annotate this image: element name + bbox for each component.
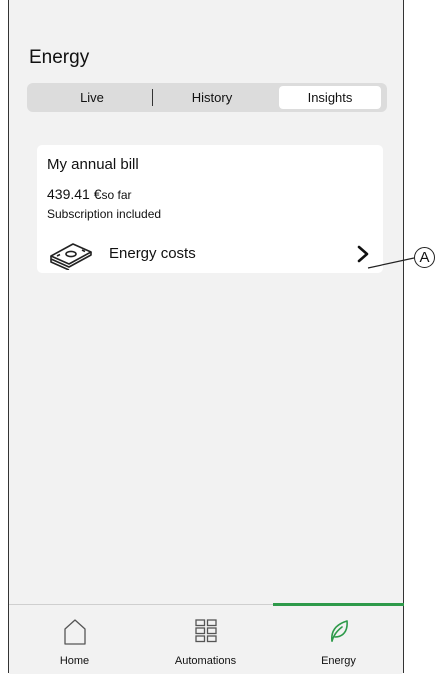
bottom-tab-bar: Home Automations Energy [9,603,404,674]
card-subtitle: Subscription included [47,207,162,221]
tab-energy-label: Energy [321,655,356,667]
tab-home-label: Home [59,655,90,667]
money-stack-icon [47,236,95,275]
bill-amount-suffix: so far [101,188,132,202]
tab-home[interactable]: Home [9,605,140,674]
tab-live[interactable]: Live [33,86,151,109]
app-screen: Energy Live History Insights My annual b… [8,0,404,674]
tab-automations[interactable]: Automations [140,605,271,674]
chevron-right-icon[interactable] [355,243,371,270]
tab-energy[interactable]: Energy [273,605,404,674]
energy-costs-label: Energy costs [109,245,196,262]
energy-costs-row[interactable]: Energy costs [37,243,383,273]
tab-history[interactable]: History [153,86,271,109]
callout-marker: A [414,247,435,268]
segmented-control: Live History Insights [27,83,387,112]
tab-insights[interactable]: Insights [279,86,381,109]
tab-automations-label: Automations [174,655,237,667]
annual-bill-card: My annual bill 439.41 €so far Subscripti… [37,145,383,273]
bill-amount-value: 439.41 € [47,186,102,202]
home-icon [63,619,86,650]
leaf-icon [328,619,350,648]
bill-amount: 439.41 €so far [47,186,132,202]
page-title: Energy [29,47,90,68]
card-title: My annual bill [47,156,139,173]
grid-icon [194,619,217,648]
